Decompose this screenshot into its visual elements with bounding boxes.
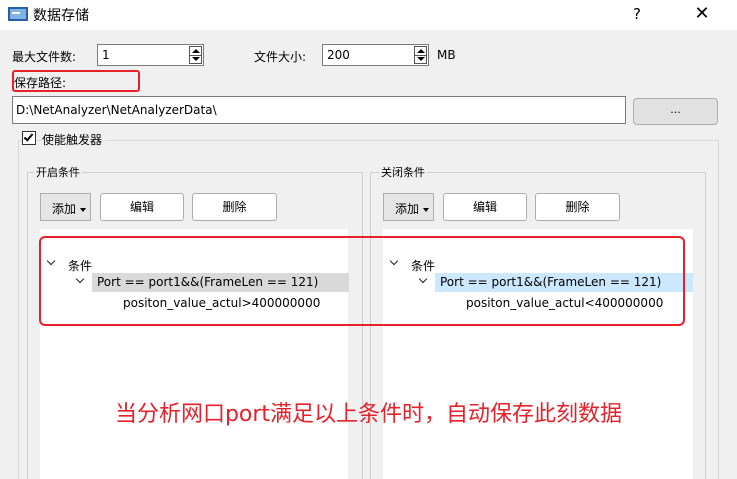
file-size-unit: MB [437, 48, 456, 62]
stop-delete-button[interactable]: 删除 [535, 193, 620, 221]
window-title: 数据存储 [33, 8, 89, 24]
spin-arrows-icon[interactable] [189, 46, 202, 64]
save-path-input[interactable]: D:\NetAnalyzer\NetAnalyzerData\ [12, 96, 626, 124]
max-files-label: 最大文件数: [12, 50, 77, 64]
browse-button[interactable]: ... [633, 98, 718, 125]
conditions-highlight [39, 236, 685, 326]
save-path-value: D:\NetAnalyzer\NetAnalyzerData\ [16, 103, 217, 117]
start-conditions-title: 开启条件 [34, 164, 82, 180]
max-files-value: 1 [102, 48, 110, 62]
app-icon [8, 7, 28, 21]
stop-edit-button[interactable]: 编辑 [443, 193, 527, 221]
start-add-label: 添加 [52, 202, 77, 216]
trigger-checkbox[interactable] [22, 131, 36, 145]
spin-arrows-icon[interactable] [414, 46, 427, 64]
save-path-highlight [12, 70, 140, 92]
title-bar: 数据存储 ? ✕ [0, 0, 737, 30]
start-delete-button[interactable]: 删除 [192, 193, 277, 221]
stop-add-label: 添加 [395, 202, 420, 216]
dropdown-caret-icon [423, 208, 429, 212]
annotation-text: 当分析网口port满足以上条件时，自动保存此刻数据 [114, 402, 623, 427]
trigger-label: 使能触发器 [42, 131, 106, 148]
dropdown-caret-icon [80, 208, 86, 212]
stop-conditions-title: 关闭条件 [379, 164, 427, 180]
file-size-value: 200 [327, 48, 350, 62]
file-size-label: 文件大小: [254, 50, 307, 64]
start-edit-button[interactable]: 编辑 [100, 193, 184, 221]
start-add-button[interactable]: 添加 [40, 193, 91, 221]
checkmark-icon [23, 131, 34, 142]
max-files-spinbox[interactable]: 1 [97, 44, 204, 66]
close-button[interactable]: ✕ [685, 2, 719, 26]
stop-add-button[interactable]: 添加 [383, 193, 434, 221]
help-button[interactable]: ? [622, 2, 652, 26]
file-size-spinbox[interactable]: 200 [322, 44, 429, 66]
